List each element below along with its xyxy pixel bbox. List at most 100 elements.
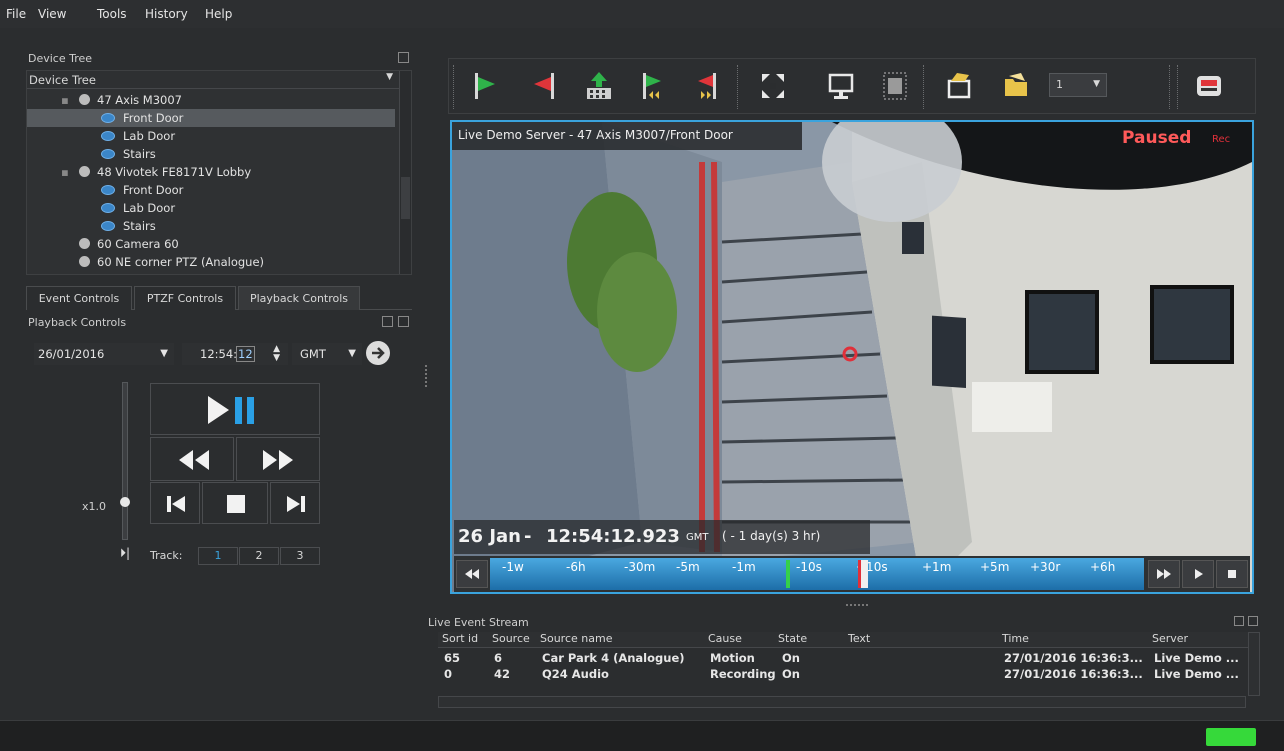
speed-slider[interactable] [122, 382, 128, 540]
tab-ptzf-controls[interactable]: PTZF Controls [134, 286, 236, 310]
speed-slider-handle[interactable] [120, 497, 130, 507]
video-viewport[interactable]: Live Demo Server - 47 Axis M3007/Front D… [450, 120, 1254, 594]
timeline-fast-forward-button[interactable] [1148, 560, 1180, 588]
play-pause-button[interactable] [150, 383, 320, 435]
stop-button[interactable] [202, 482, 268, 524]
multi-view-icon[interactable] [879, 69, 911, 103]
device-tree: Device Tree ▼ ▪ 47 Axis M3007 Front Door… [26, 70, 412, 275]
column-header[interactable]: Server [1152, 632, 1188, 645]
column-header[interactable]: Cause [708, 632, 742, 645]
stop-icon [227, 495, 245, 513]
cell-sort-id: 0 [444, 667, 453, 681]
tree-item-view[interactable]: Lab Door [27, 199, 395, 217]
paused-status: Paused [1122, 128, 1192, 148]
cell-cause: Recording [710, 667, 776, 681]
date-picker[interactable]: 26/01/2016 ▼ [34, 343, 174, 365]
timeline-rewind-button[interactable] [456, 560, 488, 588]
tree-item-view[interactable]: Lab Door [27, 127, 395, 145]
column-header[interactable]: Source [492, 632, 530, 645]
fullscreen-icon[interactable] [757, 69, 789, 103]
export-clip-icon[interactable] [583, 69, 615, 103]
tree-dropdown[interactable]: Device Tree ▼ [27, 71, 399, 89]
scroll-thumb[interactable] [401, 177, 410, 219]
snapshot-icon[interactable] [943, 69, 975, 103]
tree-item-view[interactable]: Stairs [27, 145, 395, 163]
tree-scrollbar[interactable] [399, 71, 411, 274]
timeline-tick-label: -30m [624, 560, 656, 574]
timeline-play-button[interactable] [1182, 560, 1214, 588]
tree-item-label: Lab Door [123, 129, 176, 143]
splitter-handle[interactable] [846, 604, 868, 606]
timeline-tick-label: +1m [922, 560, 952, 574]
fast-forward-button[interactable] [236, 437, 320, 481]
column-header[interactable]: Sort id [442, 632, 478, 645]
close-icon[interactable] [398, 316, 409, 327]
timeline-scrubber[interactable]: -1w -6h -30m -5m -1m -10s +10s +1m +5m +30r +6h [490, 558, 1144, 590]
timezone-select[interactable]: GMT ▼ [292, 343, 362, 365]
track-1-button[interactable]: 1 [198, 547, 238, 565]
device-tree-title: Device Tree [28, 52, 93, 65]
toolbar-separator [1169, 65, 1171, 109]
menu-help[interactable]: Help [205, 7, 232, 21]
frame-step-icon[interactable]: ⏵| [120, 546, 130, 561]
time-seconds-field[interactable]: 12 [236, 346, 255, 362]
track-2-button[interactable]: 2 [239, 547, 279, 565]
skip-forward-icon [287, 496, 305, 512]
camera-number-select[interactable]: 1 ▼ [1049, 73, 1107, 97]
timeline-tick-label: +6h [1090, 560, 1116, 574]
cell-state: On [782, 651, 800, 665]
horizontal-scrollbar[interactable] [438, 696, 1246, 708]
tree-item-camera[interactable]: ▪ 47 Axis M3007 [27, 91, 395, 109]
monitor-icon[interactable] [825, 69, 857, 103]
undock-icon[interactable] [382, 316, 393, 327]
timeline-stop-button[interactable] [1216, 560, 1248, 588]
go-arrow-button[interactable] [366, 341, 390, 365]
tree-item-camera[interactable]: 60 Camera 60 [27, 235, 395, 253]
timestamp-overlay: 26 Jan - 12:54:12.923 GMT ( - 1 day(s) 3… [454, 520, 870, 554]
column-header[interactable]: Text [848, 632, 870, 645]
cell-time: 27/01/2016 16:36:3... [1004, 667, 1143, 681]
timeline-bar: -1w -6h -30m -5m -1m -10s +10s +1m +5m +30r +6h [454, 556, 1250, 592]
tree-item-view[interactable]: Stairs [27, 217, 395, 235]
mark-start-green-icon[interactable] [469, 69, 501, 103]
timeline-playhead[interactable] [858, 560, 868, 588]
goto-start-mark-icon[interactable] [637, 69, 669, 103]
undock-icon[interactable] [1234, 616, 1244, 626]
tab-event-controls[interactable]: Event Controls [26, 286, 132, 310]
track-3-button[interactable]: 3 [280, 547, 320, 565]
tree-item-label: 60 NE corner PTZ (Analogue) [97, 255, 265, 269]
timeline-tick-label: -1m [732, 560, 756, 574]
menu-view[interactable]: View [38, 7, 66, 21]
goto-end-mark-icon[interactable] [691, 69, 723, 103]
mark-end-red-icon[interactable] [529, 69, 561, 103]
column-header[interactable]: Time [1002, 632, 1029, 645]
cell-source-name: Q24 Audio [542, 667, 609, 681]
status-bar [0, 720, 1284, 751]
menu-file[interactable]: File [6, 7, 26, 21]
open-folder-icon[interactable] [1001, 69, 1033, 103]
menu-tools[interactable]: Tools [97, 7, 127, 21]
tree-item-view[interactable]: Front Door [27, 181, 395, 199]
vertical-scrollbar[interactable] [1248, 632, 1260, 696]
timestamp-offset: ( - 1 day(s) 3 hr) [722, 529, 821, 543]
skip-back-icon [167, 496, 185, 512]
column-header[interactable]: State [778, 632, 807, 645]
tab-playback-controls[interactable]: Playback Controls [238, 286, 360, 310]
skip-back-button[interactable] [150, 482, 200, 524]
skip-forward-button[interactable] [270, 482, 320, 524]
column-header[interactable]: Source name [540, 632, 612, 645]
splitter-handle[interactable] [425, 365, 427, 387]
spin-arrows-icon[interactable]: ▲ ▼ [273, 345, 280, 363]
tree-item-label: Lab Door [123, 201, 176, 215]
menu-history[interactable]: History [145, 7, 188, 21]
video-toolbar: 1 ▼ [448, 58, 1256, 114]
tree-item-camera[interactable]: 60 NE corner PTZ (Analogue) [27, 253, 395, 271]
settings-panel-icon[interactable] [1193, 69, 1225, 103]
close-icon[interactable] [1248, 616, 1258, 626]
rewind-button[interactable] [150, 437, 234, 481]
undock-icon[interactable] [398, 52, 409, 63]
tree-item-view[interactable]: Front Door [27, 109, 395, 127]
eye-icon [101, 131, 115, 141]
tree-item-camera[interactable]: ▪ 48 Vivotek FE8171V Lobby [27, 163, 395, 181]
time-spinner[interactable]: 12:54: 12 ▲ ▼ [182, 343, 288, 365]
